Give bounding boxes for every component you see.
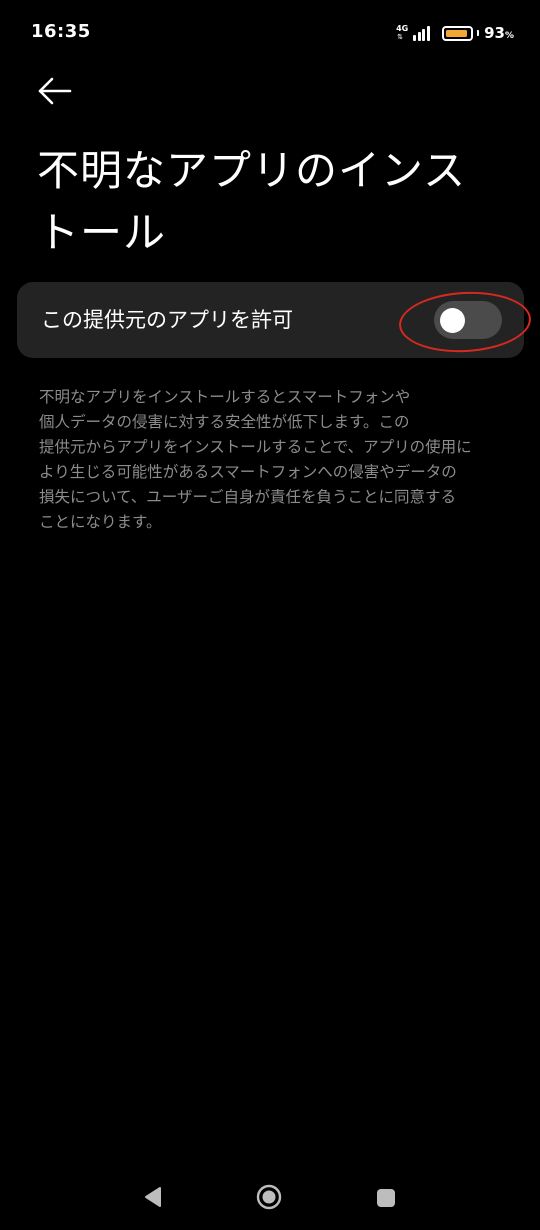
- status-time: 16:35: [31, 21, 91, 42]
- nav-recents-button[interactable]: [376, 1188, 396, 1208]
- description-line: 不明なアプリをインストールするとスマートフォンや: [39, 388, 411, 406]
- description-line: 個人データの侵害に対する安全性が低下します。この: [39, 413, 410, 431]
- battery-value: 93: [484, 24, 505, 42]
- status-bar: 16:35 4G ⇅ 93%: [0, 0, 540, 64]
- network-arrows-icon: ⇅: [397, 33, 403, 41]
- toggle-knob: [440, 308, 465, 333]
- arrow-left-icon: [38, 77, 72, 105]
- navigation-bar: [0, 1166, 540, 1230]
- allow-source-label: この提供元のアプリを許可: [41, 308, 293, 332]
- nav-home-circle-icon: [256, 1184, 282, 1210]
- description-line: 損失について、ユーザーご自身が責任を負うことに同意する: [39, 488, 456, 506]
- allow-source-toggle[interactable]: [434, 301, 502, 339]
- battery-unit: %: [504, 31, 514, 41]
- description-line: 提供元からアプリをインストールすることで、アプリの使用に: [39, 438, 472, 456]
- battery-cap: [477, 30, 480, 36]
- network-type-icon: 4G ⇅: [395, 23, 411, 43]
- back-button[interactable]: [32, 70, 78, 112]
- network-type-label: 4G: [396, 24, 409, 33]
- description-line: より生じる可能性があるスマートフォンへの侵害やデータの: [39, 463, 457, 481]
- status-indicators: 4G ⇅ 93%: [395, 21, 514, 45]
- nav-back-button[interactable]: [143, 1186, 163, 1208]
- nav-recents-square-icon: [377, 1189, 395, 1207]
- nav-home-button[interactable]: [256, 1184, 282, 1210]
- description-line: ことになります。: [39, 513, 162, 531]
- allow-source-setting-row[interactable]: この提供元のアプリを許可: [17, 282, 524, 358]
- battery-percentage: 93%: [484, 24, 514, 42]
- battery-icon: [442, 25, 474, 41]
- warning-description: 不明なアプリをインストールするとスマートフォンや 個人データの侵害に対する安全性…: [39, 385, 509, 535]
- battery-fill: [446, 29, 468, 37]
- signal-bars-icon: [413, 25, 431, 41]
- nav-back-triangle-icon: [145, 1187, 161, 1207]
- page-title: 不明なアプリのインストール: [37, 146, 467, 257]
